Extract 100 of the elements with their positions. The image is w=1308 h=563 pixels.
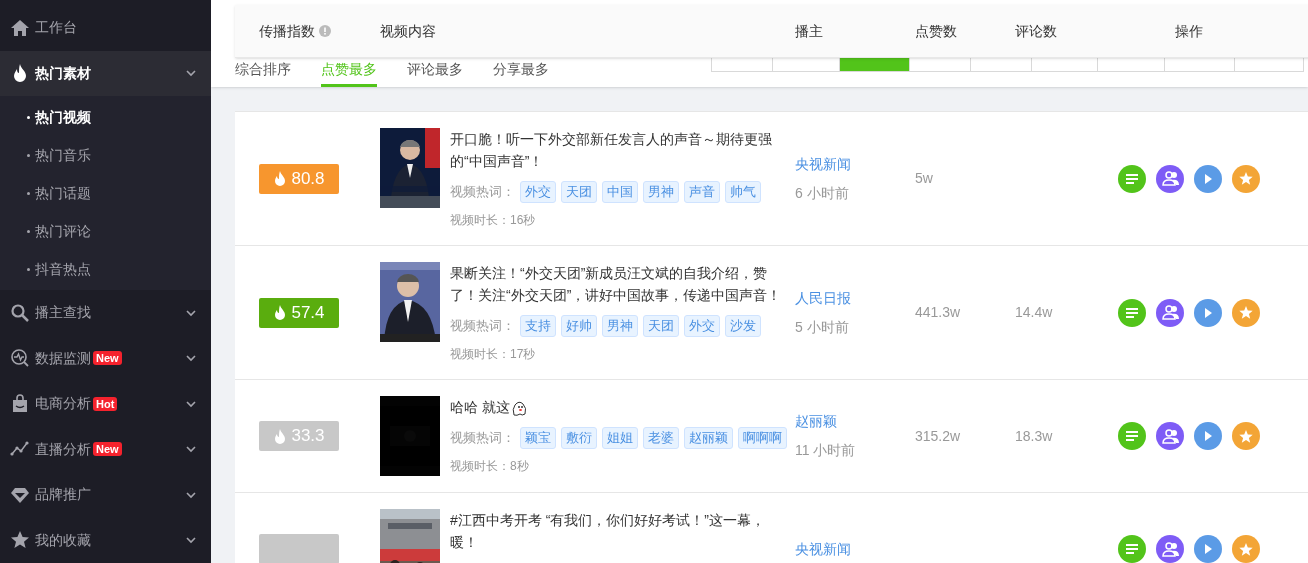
keyword-tag[interactable]: 啊啊啊 <box>738 427 787 449</box>
video-title[interactable]: 果断关注！“外交天团”新成员汪文斌的自我介绍，赞了！关注“外交天团”，讲好中国故事，传递中国声音！ <box>450 262 790 306</box>
time-filter-button[interactable] <box>711 58 773 72</box>
sort-tab[interactable]: 综合排序 <box>235 58 291 87</box>
list-button[interactable] <box>1118 535 1146 563</box>
video-title[interactable]: #江西中考开考 “有我们，你们好好考试！”这一幕，暖！ <box>450 509 790 553</box>
users-icon <box>1161 428 1179 444</box>
keyword-tag[interactable]: 声音 <box>684 181 720 203</box>
users-button[interactable] <box>1156 298 1184 327</box>
time-filter-button[interactable] <box>1234 58 1304 72</box>
play-button[interactable] <box>1194 422 1222 450</box>
chevron-down-icon <box>185 307 197 318</box>
keyword-tag[interactable]: 外交 <box>684 315 720 337</box>
host-link[interactable]: 央视新闻 <box>795 153 915 175</box>
chevron-down-icon <box>185 398 197 409</box>
column-header: 视频内容 <box>380 21 436 41</box>
star-button[interactable] <box>1232 164 1260 193</box>
badge: New <box>93 351 122 366</box>
star-button[interactable] <box>1232 422 1260 450</box>
video-duration: 视频时长：8秒 <box>450 458 530 475</box>
keyword-tag[interactable]: 沙发 <box>725 315 761 337</box>
star-button[interactable] <box>1232 535 1260 563</box>
play-button[interactable] <box>1194 298 1222 327</box>
chevron-down-icon <box>185 353 197 364</box>
comment-count: 14.4w <box>1015 304 1053 320</box>
keyword-tag[interactable]: 帅气 <box>725 181 761 203</box>
sidebar-item[interactable]: 电商分析 Hot <box>0 381 211 427</box>
badge: New <box>93 442 122 457</box>
keyword-tag[interactable]: 姐姐 <box>602 427 638 449</box>
sort-tab[interactable]: 分享最多 <box>493 58 549 87</box>
keyword-tag[interactable]: 敷衍 <box>561 427 597 449</box>
submenu-item[interactable]: 热门评论 <box>0 212 211 250</box>
tags-label: 视频热词： <box>450 183 515 202</box>
like-count: 441.3w <box>915 304 961 320</box>
chevron-down-icon <box>185 68 197 79</box>
video-title[interactable]: 开口脆！听一下外交部新任发言人的声音～期待更强的“中国声音”！ <box>450 128 790 172</box>
keyword-tag[interactable]: 男神 <box>643 181 679 203</box>
list-icon <box>1126 307 1138 318</box>
sidebar-item[interactable]: 数据监测 New <box>0 335 211 381</box>
sidebar-item[interactable]: 工作台 <box>0 5 211 51</box>
chevron-down-icon <box>185 535 197 546</box>
monitor-icon <box>10 348 30 369</box>
users-icon <box>1161 171 1179 186</box>
keyword-tag[interactable]: 支持 <box>520 315 556 337</box>
host-link[interactable]: 赵丽颖 <box>795 411 915 432</box>
submenu-item[interactable]: 热门话题 <box>0 174 211 212</box>
submenu-item[interactable]: 热门视频 <box>0 98 211 136</box>
host-link[interactable]: 央视新闻 <box>795 538 915 560</box>
time-filter-button[interactable] <box>839 58 910 72</box>
play-icon <box>1204 173 1212 184</box>
keyword-tag[interactable]: 好帅 <box>561 315 597 337</box>
submenu-item[interactable]: 抖音热点 <box>0 250 211 288</box>
post-time: 5 小时前 <box>795 317 850 337</box>
list-button[interactable] <box>1118 164 1146 193</box>
users-button[interactable] <box>1156 535 1184 563</box>
keyword-tag[interactable]: 天团 <box>643 315 679 337</box>
info-icon <box>319 25 331 37</box>
sidebar-item[interactable]: 播主查找 <box>0 290 211 336</box>
column-header: 传播指数 <box>259 21 315 41</box>
keyword-tag[interactable]: 男神 <box>602 315 638 337</box>
sidebar-label: 播主查找 <box>35 303 91 323</box>
home-icon <box>10 17 30 38</box>
keyword-tag[interactable]: 外交 <box>520 181 556 203</box>
sidebar-label: 我的收藏 <box>35 530 91 550</box>
fire-icon <box>273 428 288 444</box>
keyword-tag[interactable]: 颖宝 <box>520 427 556 449</box>
column-header: 操作 <box>1175 21 1203 41</box>
sidebar-label: 电商分析 <box>35 394 91 414</box>
list-button[interactable] <box>1118 298 1146 327</box>
sort-tab[interactable]: 评论最多 <box>407 58 463 87</box>
users-icon <box>1161 541 1179 557</box>
sidebar-item[interactable]: 品牌推广 <box>0 472 211 518</box>
keyword-tag[interactable]: 天团 <box>561 181 597 203</box>
users-button[interactable] <box>1156 422 1184 450</box>
column-header: 评论数 <box>1015 21 1057 41</box>
host-link[interactable]: 人民日报 <box>795 287 915 309</box>
bag-icon <box>10 393 30 414</box>
keyword-tag[interactable]: 老婆 <box>643 427 679 449</box>
sidebar-item[interactable]: 我的收藏 <box>0 517 211 563</box>
sidebar-label: 工作台 <box>35 18 77 38</box>
sidebar-item[interactable]: 热门素材 <box>0 50 211 96</box>
play-button[interactable] <box>1194 535 1222 563</box>
video-duration: 视频时长：16秒 <box>450 212 537 229</box>
chevron-down-icon <box>185 444 197 455</box>
like-count: 315.2w <box>915 427 961 444</box>
play-button[interactable] <box>1194 164 1222 193</box>
keyword-tag[interactable]: 赵丽颖 <box>684 427 733 449</box>
users-button[interactable] <box>1156 164 1184 193</box>
search-icon <box>10 302 30 323</box>
tags-label: 视频热词： <box>450 429 515 448</box>
submenu-item[interactable]: 热门音乐 <box>0 136 211 174</box>
keyword-tag[interactable]: 中国 <box>602 181 638 203</box>
star-button[interactable] <box>1232 298 1260 327</box>
video-title[interactable]: 哈哈 就这 <box>450 396 510 418</box>
sidebar-item[interactable]: 直播分析 New <box>0 426 211 472</box>
hot-score-badge: 57.4 <box>259 297 339 328</box>
star-icon <box>1239 306 1253 319</box>
list-button[interactable] <box>1118 422 1146 450</box>
comment-count: 18.3w <box>1015 427 1053 444</box>
sidebar-label: 直播分析 <box>35 439 91 459</box>
